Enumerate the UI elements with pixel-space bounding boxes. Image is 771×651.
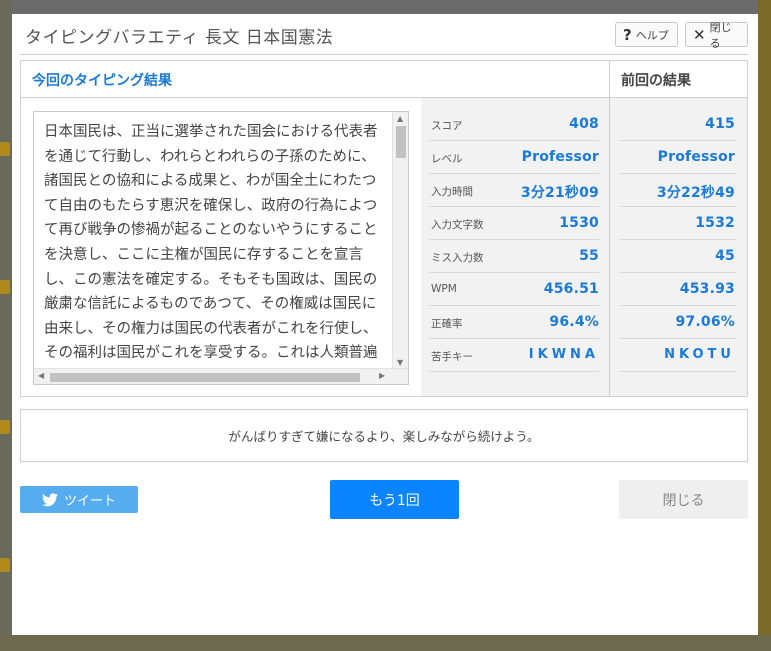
results-panel: 今回のタイピング結果 前回の結果 日本国民は、正当に選挙された国会における代表者… <box>20 60 748 397</box>
stat-label: 正確率 <box>431 318 463 330</box>
current-weak-keys: IKWNA <box>528 347 599 362</box>
prev-row-accuracy: 97.06% <box>620 306 737 339</box>
stat-label: 入力時間 <box>431 186 473 198</box>
previous-wpm: 453.93 <box>679 281 735 297</box>
vertical-scrollbar[interactable]: ▲ ▼ <box>392 112 408 369</box>
title-divider <box>20 54 748 55</box>
stat-row-score: スコア 408 <box>429 108 599 141</box>
prev-row-char-count: 1532 <box>620 207 737 240</box>
typed-text: 日本国民は、正当に選挙された国会における代表者を通じて行動し、われらとわれらの子… <box>44 124 378 362</box>
stat-row-accuracy: 正確率 96.4% <box>429 306 599 339</box>
stat-label: 苦手キー <box>431 351 473 363</box>
tweet-button[interactable]: ツイート <box>20 486 138 513</box>
help-button[interactable]: ? ヘルプ <box>615 22 678 47</box>
prev-row-weak-keys: NKOTU <box>620 339 737 372</box>
scroll-down-icon[interactable]: ▼ <box>397 358 403 367</box>
header-close-button[interactable]: ✕ 閉じる <box>685 21 748 50</box>
scroll-up-icon[interactable]: ▲ <box>397 114 403 123</box>
vertical-scroll-thumb[interactable] <box>396 126 406 158</box>
dialog-title-bar: タイピングバラエティ 長文 日本国憲法 ? ヘルプ ✕ 閉じる <box>12 14 758 54</box>
header-close-label: 閉じる <box>709 20 732 50</box>
retry-button[interactable]: もう1回 <box>330 480 459 519</box>
stat-label: ミス入力数 <box>431 252 484 264</box>
previous-level: Professor <box>657 149 735 165</box>
previous-stats-column: 415 Professor 3分22秒49 1532 45 453.93 97.… <box>610 98 747 396</box>
stat-row-miss-count: ミス入力数 55 <box>429 240 599 273</box>
stat-label: 入力文字数 <box>431 219 484 231</box>
stat-label: WPM <box>431 283 457 295</box>
background-bottom-strip <box>0 635 771 651</box>
current-wpm: 456.51 <box>543 281 599 297</box>
close-button[interactable]: 閉じる <box>619 480 748 519</box>
encouragement-message-box: がんばりすぎて嫌になるより、楽しみながら続けよう。 <box>20 409 748 462</box>
previous-time: 3分22秒49 <box>656 185 735 201</box>
stat-row-char-count: 入力文字数 1530 <box>429 207 599 240</box>
prev-row-miss-count: 45 <box>620 240 737 273</box>
result-dialog: タイピングバラエティ 長文 日本国憲法 ? ヘルプ ✕ 閉じる 今回のタイピング… <box>12 14 758 635</box>
prev-row-time: 3分22秒49 <box>620 174 737 207</box>
horizontal-scroll-thumb[interactable] <box>50 373 360 382</box>
help-icon: ? <box>623 25 632 44</box>
current-time: 3分21秒09 <box>520 185 599 201</box>
previous-score: 415 <box>705 116 735 132</box>
stat-label: レベル <box>431 153 463 165</box>
prev-row-score: 415 <box>620 108 737 141</box>
background-marker <box>0 142 10 156</box>
prev-row-level: Professor <box>620 141 737 174</box>
current-miss-count: 55 <box>579 248 599 264</box>
current-level: Professor <box>521 149 599 165</box>
horizontal-scrollbar[interactable]: ◀ ▶ <box>34 368 408 384</box>
background-right-strip <box>758 0 771 651</box>
prev-row-wpm: 453.93 <box>620 273 737 306</box>
previous-char-count: 1532 <box>695 215 735 231</box>
background-marker <box>0 420 10 434</box>
dialog-title: タイピングバラエティ 長文 日本国憲法 <box>25 28 334 48</box>
previous-weak-keys: NKOTU <box>664 347 735 362</box>
previous-results-heading: 前回の結果 <box>621 73 691 89</box>
previous-accuracy: 97.06% <box>675 314 735 330</box>
tweet-button-label: ツイート <box>63 494 116 509</box>
help-button-label: ヘルプ <box>635 28 669 42</box>
background-marker <box>0 280 10 294</box>
twitter-bird-icon <box>41 492 58 506</box>
stat-row-time: 入力時間 3分21秒09 <box>429 174 599 207</box>
scroll-right-icon[interactable]: ▶ <box>379 371 385 380</box>
typed-text-box[interactable]: 日本国民は、正当に選挙された国会における代表者を通じて行動し、われらとわれらの子… <box>33 111 409 385</box>
background-marker <box>0 558 10 572</box>
previous-miss-count: 45 <box>715 248 735 264</box>
scroll-left-icon[interactable]: ◀ <box>38 371 44 380</box>
current-stats-column: スコア 408 レベル Professor 入力時間 3分21秒09 入力文字数… <box>421 98 609 396</box>
current-results-heading: 今回のタイピング結果 <box>32 73 172 89</box>
stat-row-wpm: WPM 456.51 <box>429 273 599 306</box>
current-accuracy: 96.4% <box>549 314 599 330</box>
results-header: 今回のタイピング結果 前回の結果 <box>21 61 747 98</box>
background-left-strip <box>0 0 12 651</box>
current-char-count: 1530 <box>559 215 599 231</box>
stat-label: スコア <box>431 120 463 132</box>
stat-row-weak-keys: 苦手キー IKWNA <box>429 339 599 372</box>
stat-row-level: レベル Professor <box>429 141 599 174</box>
current-score: 408 <box>569 116 599 132</box>
close-icon: ✕ <box>693 25 706 44</box>
encouragement-message: がんばりすぎて嫌になるより、楽しみながら続けよう。 <box>228 429 540 444</box>
